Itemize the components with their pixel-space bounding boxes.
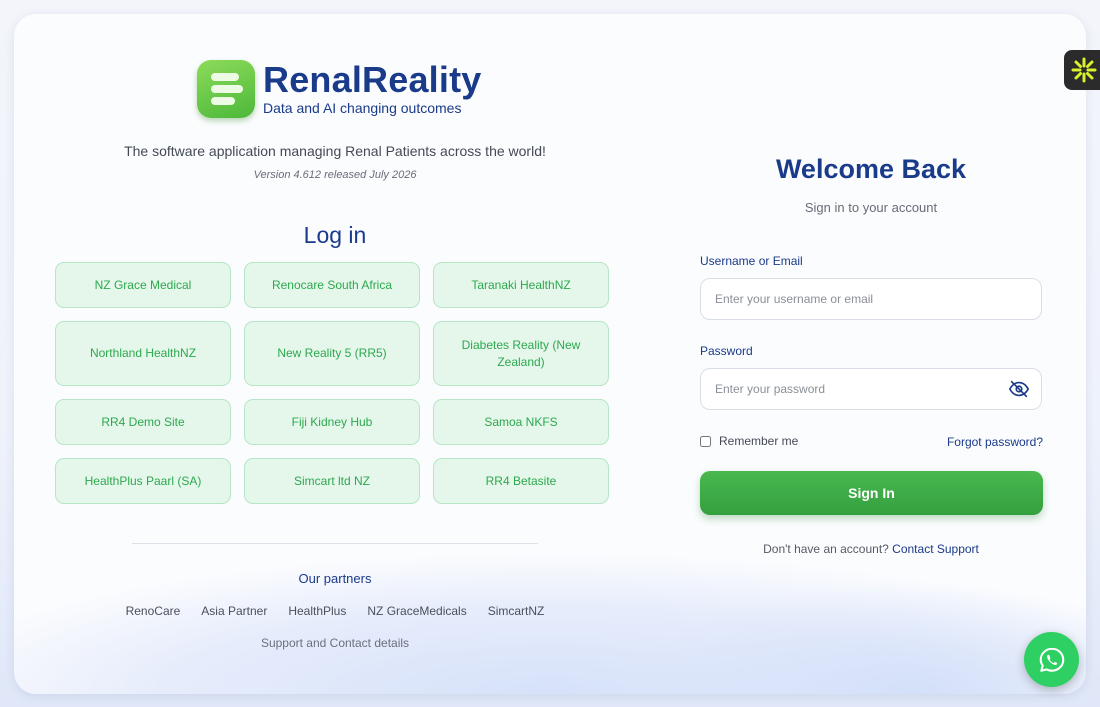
sign-in-button[interactable]: Sign In <box>700 471 1043 515</box>
partners-title: Our partners <box>298 571 372 586</box>
password-input[interactable] <box>700 368 1042 410</box>
brand-logo: RenalReality Data and AI changing outcom… <box>197 60 482 118</box>
brand-name: RenalReality <box>263 59 482 100</box>
username-input[interactable] <box>700 278 1042 320</box>
site-button[interactable]: HealthPlus Paarl (SA) <box>55 458 231 504</box>
login-card: RenalReality Data and AI changing outcom… <box>14 14 1086 694</box>
logo-mark-icon <box>197 60 255 118</box>
partner-link[interactable]: RenoCare <box>126 604 181 618</box>
site-button[interactable]: Renocare South Africa <box>244 262 420 308</box>
version-text: Version 4.612 released July 2026 <box>253 169 417 181</box>
extension-tab[interactable] <box>1064 50 1100 90</box>
partner-link[interactable]: NZ GraceMedicals <box>367 604 466 618</box>
whatsapp-icon <box>1039 647 1064 672</box>
forgot-password-link[interactable]: Forgot password? <box>894 435 1043 449</box>
site-button[interactable]: Northland HealthNZ <box>55 321 231 386</box>
login-title: Log in <box>303 222 367 248</box>
site-button[interactable]: Taranaki HealthNZ <box>433 262 609 308</box>
contact-support-link[interactable]: Contact Support <box>892 542 979 556</box>
site-grid: NZ Grace Medical Renocare South Africa T… <box>55 262 609 504</box>
site-button[interactable]: New Reality 5 (RR5) <box>244 321 420 386</box>
eye-slash-icon[interactable] <box>1008 378 1030 400</box>
no-account-text: Don't have an account? Contact Support <box>700 542 1042 556</box>
remember-label: Remember me <box>719 434 799 448</box>
brand-tagline: Data and AI changing outcomes <box>263 100 462 116</box>
remember-checkbox[interactable] <box>700 435 711 447</box>
background-wave-right <box>514 494 1086 694</box>
password-label: Password <box>700 344 753 358</box>
partners-list: RenoCare Asia Partner HealthPlus NZ Grac… <box>14 604 656 618</box>
welcome-title: Welcome Back <box>775 154 967 184</box>
signin-subtitle: Sign in to your account <box>804 200 938 215</box>
background-wave <box>14 484 1086 694</box>
sparkle-icon <box>1071 57 1097 83</box>
site-button[interactable]: NZ Grace Medical <box>55 262 231 308</box>
username-label: Username or Email <box>700 254 803 268</box>
whatsapp-chat-button[interactable] <box>1024 632 1079 687</box>
site-button[interactable]: Diabetes Reality (New Zealand) <box>433 321 609 386</box>
remember-me[interactable]: Remember me <box>700 434 798 448</box>
site-button[interactable]: Samoa NKFS <box>433 399 609 445</box>
divider <box>132 543 538 544</box>
site-button[interactable]: RR4 Demo Site <box>55 399 231 445</box>
site-button[interactable]: RR4 Betasite <box>433 458 609 504</box>
support-contact-link[interactable]: Support and Contact details <box>14 636 656 650</box>
partner-link[interactable]: HealthPlus <box>288 604 346 618</box>
partner-link[interactable]: Asia Partner <box>201 604 267 618</box>
site-button[interactable]: Fiji Kidney Hub <box>244 399 420 445</box>
site-button[interactable]: Simcart ltd NZ <box>244 458 420 504</box>
no-account-label: Don't have an account? <box>763 542 889 556</box>
partner-link[interactable]: SimcartNZ <box>488 604 545 618</box>
app-description: The software application managing Renal … <box>124 143 546 159</box>
